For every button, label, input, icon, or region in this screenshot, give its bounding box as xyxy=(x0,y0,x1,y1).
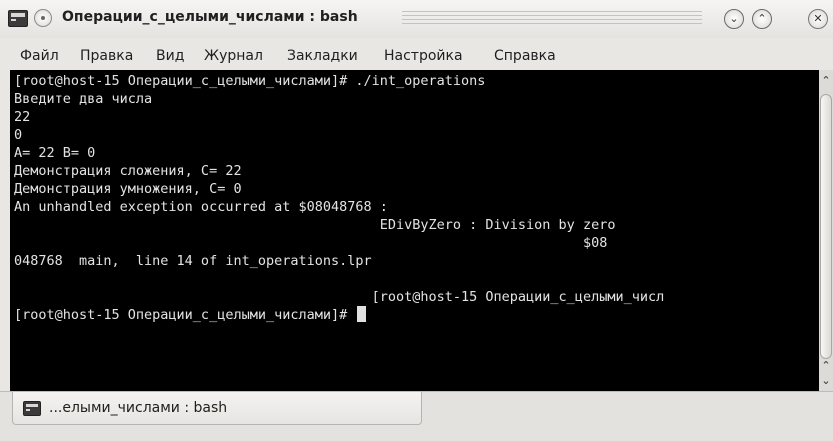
terminal-line: $08 xyxy=(14,235,608,251)
menu-bar: Файл Правка Вид Журнал Закладки Настройк… xyxy=(0,38,833,70)
close-icon: ✕ xyxy=(813,12,823,25)
scroll-down-arrow-icon[interactable]: ⌄ xyxy=(819,374,833,388)
menu-file[interactable]: Файл xyxy=(20,48,59,64)
terminal-line: 0 xyxy=(14,127,23,143)
terminal-line: [root@host-15 Операции_с_целыми_числами]… xyxy=(14,73,486,89)
terminal-line: 048768 main, line 14 of int_operations.l… xyxy=(14,253,372,269)
window-titlebar[interactable]: Операции_с_целыми_числами : bash ⌄ ⌃ ✕ xyxy=(0,0,833,38)
terminal-line: An unhandled exception occurred at $0804… xyxy=(14,199,388,215)
terminal-icon xyxy=(23,401,41,416)
maximize-button[interactable]: ⌃ xyxy=(752,9,772,29)
terminal-line: A= 22 B= 0 xyxy=(14,145,96,161)
titlebar-decoration xyxy=(402,11,702,25)
scroll-up-arrow-icon[interactable]: ⌃ xyxy=(819,74,833,88)
terminal-prompt-line: [root@host-15 Операции_с_целыми_числами]… xyxy=(14,306,367,324)
close-button[interactable]: ✕ xyxy=(808,9,828,29)
window-title: Операции_с_целыми_числами : bash xyxy=(62,9,358,25)
scroll-up-arrow-icon[interactable]: ⌃ xyxy=(819,359,833,373)
terminal-line: Введите два числа xyxy=(14,91,153,107)
terminal-line: Демонстрация сложения, C= 22 xyxy=(14,163,242,179)
menu-help[interactable]: Справка xyxy=(494,48,556,64)
terminal-tab[interactable]: ...елыми_числами : bash xyxy=(12,392,422,425)
menu-history[interactable]: Журнал xyxy=(204,48,263,64)
chevron-down-icon: ⌄ xyxy=(729,12,739,25)
tab-bar: ...елыми_числами : bash xyxy=(0,391,833,441)
text-cursor xyxy=(357,306,367,322)
scroll-thumb[interactable] xyxy=(820,94,832,359)
tab-label: ...елыми_числами : bash xyxy=(49,400,228,416)
minimize-button[interactable]: ⌄ xyxy=(724,9,744,29)
chevron-up-icon: ⌃ xyxy=(757,12,767,25)
menu-bookmarks[interactable]: Закладки xyxy=(287,48,358,64)
keep-above-button[interactable] xyxy=(34,9,52,27)
terminal-line: 22 xyxy=(14,109,31,125)
terminal-line: [root@host-15 Операции_с_целыми_числ xyxy=(14,289,665,305)
prompt-text: [root@host-15 Операции_с_целыми_числами]… xyxy=(14,307,356,323)
terminal-scrollbar[interactable]: ⌃ ⌃ ⌄ xyxy=(819,70,833,391)
terminal-app-icon[interactable] xyxy=(8,10,28,27)
terminal-line: EDivByZero : Division by zero xyxy=(14,217,616,233)
menu-settings[interactable]: Настройка xyxy=(384,48,463,64)
menu-edit[interactable]: Правка xyxy=(80,48,133,64)
terminal-line: Демонстрация умножения, C= 0 xyxy=(14,181,242,197)
terminal-output[interactable]: [root@host-15 Операции_с_целыми_числами]… xyxy=(10,70,819,391)
menu-view[interactable]: Вид xyxy=(156,48,184,64)
